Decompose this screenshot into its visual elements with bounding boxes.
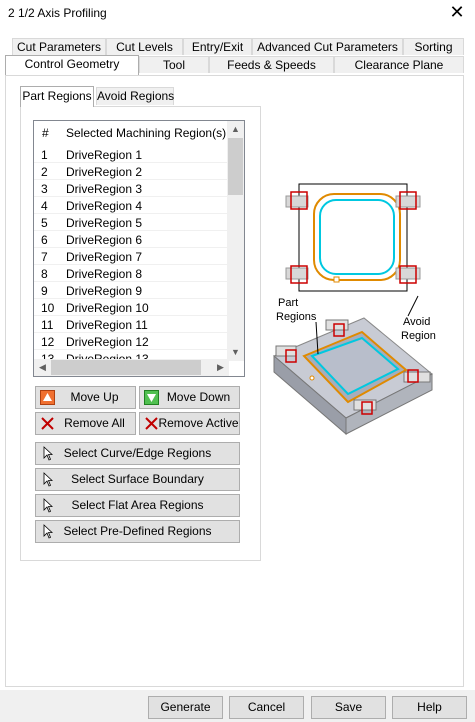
list-item[interactable]: 9 DriveRegion 9 <box>34 282 229 299</box>
subtab-avoid-regions[interactable]: Avoid Regions <box>96 87 174 105</box>
cursor-icon <box>43 446 54 461</box>
list-item[interactable]: 6 DriveRegion 6 <box>34 231 229 248</box>
row-number: 3 <box>41 182 48 196</box>
title-bar: 2 1/2 Axis Profiling ✕ <box>0 0 475 26</box>
save-button[interactable]: Save <box>311 696 386 719</box>
list-item[interactable]: 10 DriveRegion 10 <box>34 299 229 316</box>
scroll-right-icon[interactable]: ▶ <box>212 359 229 376</box>
list-item[interactable]: 5 DriveRegion 5 <box>34 214 229 231</box>
row-region-name: DriveRegion 11 <box>66 318 148 332</box>
scroll-left-icon[interactable]: ◀ <box>34 359 51 376</box>
list-item[interactable]: 4 DriveRegion 4 <box>34 197 229 214</box>
column-number: # <box>42 126 49 140</box>
vertical-scroll-thumb[interactable] <box>228 138 243 195</box>
list-item[interactable]: 2 DriveRegion 2 <box>34 163 229 180</box>
row-region-name: DriveRegion 9 <box>66 284 143 298</box>
list-item[interactable]: 11 DriveRegion 11 <box>34 316 229 333</box>
help-button[interactable]: Help <box>392 696 467 719</box>
row-region-name: DriveRegion 3 <box>66 182 143 196</box>
row-number: 10 <box>41 301 55 315</box>
select-predefined-label: Select Pre-Defined Regions <box>63 524 212 538</box>
row-number: 4 <box>41 199 48 213</box>
horizontal-scroll-thumb[interactable] <box>51 360 201 375</box>
cursor-icon <box>43 498 54 513</box>
select-surface-boundary-button[interactable]: Select Surface Boundary <box>35 468 240 491</box>
arrow-down-icon <box>144 390 159 405</box>
region-diagram: Part Regions Avoid Region <box>273 183 436 436</box>
cancel-button[interactable]: Cancel <box>229 696 304 719</box>
part-regions-label-1: Part <box>278 297 298 309</box>
tab-tool[interactable]: Tool <box>139 56 209 73</box>
select-predefined-button[interactable]: Select Pre-Defined Regions <box>35 520 240 543</box>
list-item[interactable]: 7 DriveRegion 7 <box>34 248 229 265</box>
delete-icon <box>145 417 158 430</box>
row-number: 7 <box>41 250 48 264</box>
vertical-scrollbar[interactable]: ▲ ▼ <box>227 121 244 361</box>
select-surface-label: Select Surface Boundary <box>71 472 204 486</box>
move-down-button[interactable]: Move Down <box>139 386 240 409</box>
list-item[interactable]: 3 DriveRegion 3 <box>34 180 229 197</box>
row-number: 9 <box>41 284 48 298</box>
row-region-name: DriveRegion 10 <box>66 301 149 315</box>
subtab-part-regions[interactable]: Part Regions <box>20 86 94 107</box>
row-region-name: DriveRegion 6 <box>66 233 143 247</box>
scroll-up-icon[interactable]: ▲ <box>227 121 244 138</box>
remove-active-button[interactable]: Remove Active <box>139 412 240 435</box>
avoid-region-label-1: Avoid <box>403 316 430 328</box>
tab-advanced-cut-parameters[interactable]: Advanced Cut Parameters <box>252 38 403 55</box>
scroll-down-icon[interactable]: ▼ <box>227 344 244 361</box>
row-region-name: DriveRegion 4 <box>66 199 143 213</box>
cursor-icon <box>43 524 54 539</box>
horizontal-scrollbar[interactable]: ◀ ▶ <box>34 359 229 376</box>
row-number: 2 <box>41 165 48 179</box>
tab-cut-parameters[interactable]: Cut Parameters <box>12 38 106 55</box>
row-number: 11 <box>41 318 54 332</box>
remove-all-label: Remove All <box>64 416 125 430</box>
close-icon[interactable]: ✕ <box>447 2 467 22</box>
delete-icon <box>41 417 54 430</box>
row-number: 5 <box>41 216 48 230</box>
tab-feeds-speeds[interactable]: Feeds & Speeds <box>209 56 334 73</box>
tab-cut-levels[interactable]: Cut Levels <box>106 38 183 55</box>
row-region-name: DriveRegion 7 <box>66 250 143 264</box>
move-down-label: Move Down <box>166 390 231 404</box>
row-region-name: DriveRegion 12 <box>66 335 149 349</box>
list-header: # Selected Machining Region(s) <box>34 121 229 143</box>
list-item[interactable]: 8 DriveRegion 8 <box>34 265 229 282</box>
avoid-region-label-2: Region <box>401 330 436 342</box>
row-number: 1 <box>41 148 48 162</box>
row-number: 12 <box>41 335 55 349</box>
generate-button[interactable]: Generate <box>148 696 223 719</box>
row-region-name: DriveRegion 2 <box>66 165 143 179</box>
row-region-name: DriveRegion 8 <box>66 267 143 281</box>
list-item[interactable]: 1 DriveRegion 1 <box>34 146 229 163</box>
move-up-button[interactable]: Move Up <box>35 386 136 409</box>
machining-regions-list[interactable]: # Selected Machining Region(s) 1 DriveReg… <box>33 120 245 377</box>
row-region-name: DriveRegion 5 <box>66 216 143 230</box>
move-up-label: Move Up <box>70 390 119 404</box>
row-region-name: DriveRegion 1 <box>66 148 143 162</box>
column-region: Selected Machining Region(s) <box>66 126 227 140</box>
tab-sorting[interactable]: Sorting <box>403 38 464 55</box>
top-view-diagram <box>285 183 421 292</box>
remove-all-button[interactable]: Remove All <box>35 412 136 435</box>
window-title: 2 1/2 Axis Profiling <box>8 6 107 20</box>
select-curve-edge-button[interactable]: Select Curve/Edge Regions <box>35 442 240 465</box>
tab-entry-exit[interactable]: Entry/Exit <box>183 38 252 55</box>
row-number: 8 <box>41 267 48 281</box>
list-item[interactable]: 12 DriveRegion 12 <box>34 333 229 350</box>
part-regions-label-2: Regions <box>276 311 317 323</box>
arrow-up-icon <box>40 390 55 405</box>
tab-control-geometry[interactable]: Control Geometry <box>5 55 139 75</box>
select-curve-label: Select Curve/Edge Regions <box>63 446 212 460</box>
cursor-icon <box>43 472 54 487</box>
select-flat-area-button[interactable]: Select Flat Area Regions <box>35 494 240 517</box>
select-flat-label: Select Flat Area Regions <box>71 498 204 512</box>
tab-clearance-plane[interactable]: Clearance Plane <box>334 56 464 73</box>
row-number: 6 <box>41 233 48 247</box>
